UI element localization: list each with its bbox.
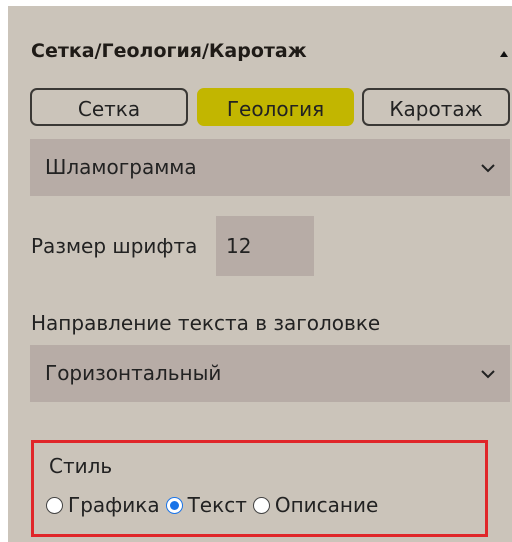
tab-setka[interactable]: Сетка xyxy=(30,88,188,126)
radio-tekst[interactable]: Текст xyxy=(165,493,247,517)
style-group: Стиль Графика Текст Описание xyxy=(31,440,488,537)
text-direction-label: Направление текста в заголовке xyxy=(31,311,381,335)
font-size-input[interactable] xyxy=(216,216,314,276)
tab-geology[interactable]: Геология xyxy=(197,88,354,126)
settings-panel: Сетка/Геология/Каротаж Сетка Геология Ка… xyxy=(8,6,512,542)
chevron-down-icon xyxy=(480,160,496,176)
radio-circle[interactable] xyxy=(252,496,270,514)
mode-select-value: Шламограмма xyxy=(45,155,197,179)
text-direction-value: Горизонтальный xyxy=(45,361,222,385)
mode-select[interactable]: Шламограмма xyxy=(30,139,510,196)
text-direction-select[interactable]: Горизонтальный xyxy=(30,345,510,402)
tab-karotazh[interactable]: Каротаж xyxy=(362,88,510,126)
collapse-icon[interactable] xyxy=(496,45,512,65)
radio-circle[interactable] xyxy=(46,496,63,514)
radio-label: Описание xyxy=(274,493,379,517)
panel-title: Сетка/Геология/Каротаж xyxy=(31,40,307,62)
style-radio-group: Графика Текст Описание xyxy=(46,493,384,517)
radio-opisanie[interactable]: Описание xyxy=(252,493,379,517)
chevron-down-icon xyxy=(480,366,496,382)
radio-circle-selected[interactable] xyxy=(165,496,183,514)
tab-bar: Сетка Геология Каротаж xyxy=(30,88,510,128)
panel-header: Сетка/Геология/Каротаж xyxy=(31,30,511,70)
font-size-label: Размер шрифта xyxy=(31,234,198,258)
radio-grafika[interactable]: Графика xyxy=(46,493,160,517)
radio-label: Текст xyxy=(187,493,247,517)
style-label: Стиль xyxy=(49,454,113,478)
radio-label: Графика xyxy=(68,493,160,517)
